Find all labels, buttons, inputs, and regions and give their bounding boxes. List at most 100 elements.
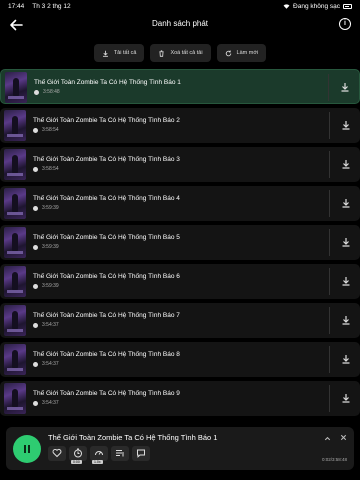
track-row[interactable]: Thế Giới Toàn Zombie Ta Có Hệ Thống Tình… <box>0 108 360 143</box>
speedometer-icon <box>95 451 103 456</box>
battery-icon <box>343 4 352 9</box>
refresh-button[interactable]: Làm mới <box>216 44 267 62</box>
charging-status: Đang không sạc <box>293 3 340 10</box>
track-row[interactable]: Thế Giới Toàn Zombie Ta Có Hệ Thống Tình… <box>0 225 360 260</box>
duration-text: 3:58:54 <box>42 127 59 133</box>
track-duration: 3:59:39 <box>33 283 59 289</box>
duration-text: 3:54:37 <box>42 361 59 367</box>
refresh-icon <box>225 50 231 56</box>
track-row[interactable]: Thế Giới Toàn Zombie Ta Có Hệ Thống Tình… <box>0 303 360 338</box>
track-row[interactable]: Thế Giới Toàn Zombie Ta Có Hệ Thống Tình… <box>0 381 360 416</box>
track-cover-image <box>4 266 26 297</box>
track-row[interactable]: Thế Giới Toàn Zombie Ta Có Hệ Thống Tình… <box>0 186 360 221</box>
track-title: Thế Giới Toàn Zombie Ta Có Hệ Thống Tình… <box>33 195 180 202</box>
app-bar: Danh sách phát i <box>0 13 360 37</box>
download-icon <box>102 50 108 57</box>
divider <box>329 112 330 139</box>
track-duration: 3:58:48 <box>34 89 60 95</box>
divider <box>329 229 330 256</box>
track-cover-image <box>5 72 27 103</box>
track-duration: 3:58:54 <box>33 166 59 172</box>
track-duration: 3:59:39 <box>33 205 59 211</box>
action-bar: Tải tất cả Xoá tất cả tải Làm mới <box>0 40 360 66</box>
track-cover-image <box>4 188 26 219</box>
refresh-label: Làm mới <box>236 50 259 56</box>
download-icon[interactable] <box>341 354 351 364</box>
track-duration: 3:58:54 <box>33 127 59 133</box>
divider <box>329 346 330 373</box>
clock-icon <box>33 361 38 367</box>
download-all-button[interactable]: Tải tất cả <box>93 44 145 62</box>
favorite-button[interactable] <box>48 446 66 461</box>
speed-button[interactable]: 1.0x <box>90 446 108 464</box>
duration-text: 3:59:39 <box>42 244 59 250</box>
track-row[interactable]: Thế Giới Toàn Zombie Ta Có Hệ Thống Tình… <box>0 147 360 182</box>
track-row[interactable]: Thế Giới Toàn Zombie Ta Có Hệ Thống Tình… <box>0 264 360 299</box>
close-icon[interactable] <box>339 433 348 442</box>
track-title: Thế Giới Toàn Zombie Ta Có Hệ Thống Tình… <box>34 79 181 86</box>
chevron-up-icon[interactable] <box>323 434 332 443</box>
clock-icon <box>33 205 38 211</box>
pause-button[interactable] <box>13 435 41 463</box>
download-icon[interactable] <box>341 198 351 208</box>
divider <box>329 190 330 217</box>
comment-button[interactable] <box>132 446 150 461</box>
status-time: 17:44 Th 3 2 thg 12 <box>8 3 71 10</box>
heart-icon <box>52 448 62 458</box>
status-bar: 17:44 Th 3 2 thg 12 Đang không sạc <box>0 0 360 13</box>
track-row[interactable]: Thế Giới Toàn Zombie Ta Có Hệ Thống Tình… <box>0 342 360 377</box>
track-title: Thế Giới Toàn Zombie Ta Có Hệ Thống Tình… <box>33 351 180 358</box>
duration-text: 3:54:37 <box>42 322 59 328</box>
clock-icon <box>33 244 38 250</box>
track-duration: 3:59:39 <box>33 244 59 250</box>
duration-text: 3:58:54 <box>42 166 59 172</box>
info-icon[interactable]: i <box>339 18 351 30</box>
duration-text: 3:54:37 <box>42 400 59 406</box>
duration-text: 3:58:48 <box>43 89 60 95</box>
chat-icon <box>137 449 145 458</box>
duration-text: 3:59:39 <box>42 283 59 289</box>
track-title: Thế Giới Toàn Zombie Ta Có Hệ Thống Tình… <box>33 234 180 241</box>
clock-icon <box>34 89 39 95</box>
track-title: Thế Giới Toàn Zombie Ta Có Hệ Thống Tình… <box>33 156 180 163</box>
track-cover-image <box>4 110 26 141</box>
speed-tag: 1.0x <box>92 460 103 464</box>
now-playing-title: Thế Giới Toàn Zombie Ta Có Hệ Thống Tình… <box>48 433 218 442</box>
wifi-icon <box>283 4 290 9</box>
track-title: Thế Giới Toàn Zombie Ta Có Hệ Thống Tình… <box>33 312 180 319</box>
divider <box>329 385 330 412</box>
download-icon[interactable] <box>341 315 351 325</box>
playback-progress: 0:02/3:58:48 <box>321 457 347 462</box>
download-icon[interactable] <box>341 393 351 403</box>
clock-icon <box>33 166 38 172</box>
clock-icon <box>33 322 38 328</box>
delete-all-downloads-button[interactable]: Xoá tất cả tải <box>150 44 211 62</box>
status-date: Th 3 2 thg 12 <box>32 3 71 10</box>
track-cover-image <box>4 344 26 375</box>
playlist-button[interactable] <box>111 446 129 461</box>
download-icon[interactable] <box>341 237 351 247</box>
track-duration: 3:54:37 <box>33 322 59 328</box>
track-cover-image <box>4 227 26 258</box>
clock-icon <box>33 283 38 289</box>
clock-icon <box>33 400 38 406</box>
queue-icon <box>116 450 124 457</box>
divider <box>329 151 330 178</box>
download-icon[interactable] <box>341 276 351 286</box>
timer-icon <box>74 448 82 458</box>
download-icon[interactable] <box>341 159 351 169</box>
timer-tag: 0:00 <box>71 460 82 464</box>
sleep-timer-button[interactable]: 0:00 <box>69 446 87 464</box>
download-icon[interactable] <box>341 120 351 130</box>
divider <box>328 74 329 101</box>
clock-icon <box>33 127 38 133</box>
track-duration: 3:54:37 <box>33 400 59 406</box>
download-all-label: Tải tất cả <box>113 50 137 56</box>
trash-icon <box>159 49 165 57</box>
download-icon[interactable] <box>340 82 350 92</box>
delete-all-label: Xoá tất cả tải <box>170 50 203 56</box>
track-cover-image <box>4 149 26 180</box>
track-cover-image <box>4 383 26 414</box>
track-row[interactable]: Thế Giới Toàn Zombie Ta Có Hệ Thống Tình… <box>0 69 360 104</box>
track-cover-image <box>4 305 26 336</box>
